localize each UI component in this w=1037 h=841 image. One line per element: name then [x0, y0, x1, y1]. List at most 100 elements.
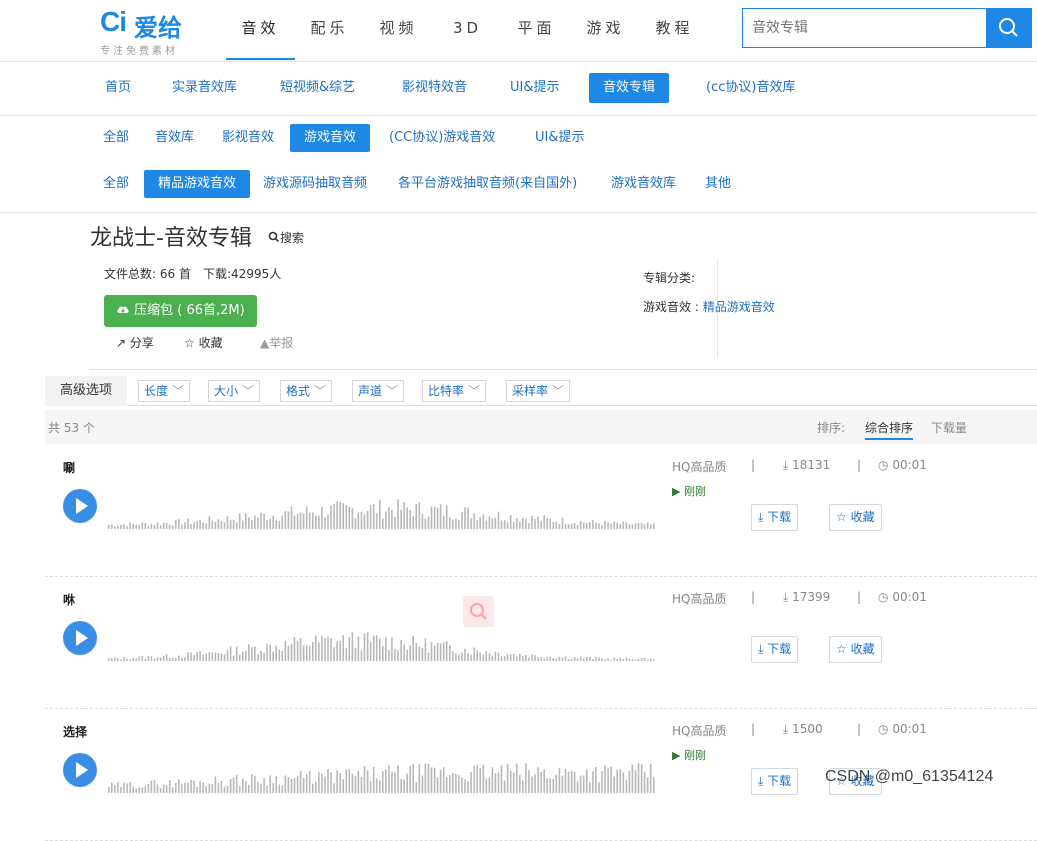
zip-download-button[interactable]: 压缩包 ( 66首,2M): [104, 295, 257, 327]
subcat-all[interactable]: 全部: [89, 124, 143, 152]
category-cc-library[interactable]: (cc协议)音效库: [692, 74, 809, 102]
chevron-down-icon: ﹀: [172, 384, 185, 398]
logo-name: 爱给: [134, 14, 182, 42]
category-nav: 首页 实录音效库 短视频&综艺 影视特效音 UI&提示 音效专辑 (cc协议)音…: [0, 62, 1037, 116]
filter-length[interactable]: 长度 ﹀: [138, 380, 191, 402]
tag-other[interactable]: 其他: [691, 170, 745, 198]
meta-separator: |: [751, 458, 756, 472]
share-icon: ↗: [116, 336, 127, 350]
search-input[interactable]: [742, 8, 987, 48]
advanced-options-label: 高级选项: [45, 376, 127, 406]
waveform[interactable]: [108, 627, 656, 661]
download-button[interactable]: ⤓ 下载: [751, 636, 799, 663]
share-label: 分享: [129, 336, 154, 350]
filter-bar: 高级选项 长度 ﹀ 大小 ﹀ 格式 ﹀ 声道 ﹀ 比特率 ﹀ 采样率 ﹀: [45, 376, 1037, 406]
quality-label: HQ高品质: [672, 724, 727, 738]
logo-slogan: 专注免费素材: [100, 46, 178, 57]
category-link[interactable]: 精品游戏音效: [703, 300, 775, 314]
subcat-cc-game[interactable]: (CC协议)游戏音效: [375, 124, 509, 152]
sound-name[interactable]: 咻: [63, 591, 75, 608]
download-icon: ⤓: [783, 722, 789, 736]
report-label: 举报: [269, 336, 294, 350]
new-tag-label: 刚刚: [683, 485, 706, 498]
category-film-effects[interactable]: 影视特效音: [388, 74, 481, 102]
tag-platforms[interactable]: 各平台游戏抽取音频(来自国外): [384, 170, 591, 198]
main-nav-tutorial[interactable]: 教程: [640, 0, 709, 62]
report-button[interactable]: ▲举报: [260, 334, 293, 351]
download-button[interactable]: ⤓ 下载: [751, 504, 799, 531]
tag-game-source[interactable]: 游戏源码抽取音频: [249, 170, 381, 198]
main-nav-graphic[interactable]: 平面: [502, 0, 571, 62]
star-icon: ☆: [836, 642, 847, 656]
filter-size[interactable]: 大小 ﹀: [208, 380, 261, 402]
filter-channel[interactable]: 声道 ﹀: [352, 380, 405, 402]
main-nav-music[interactable]: 配乐: [295, 0, 364, 62]
filter-label: 采样率: [512, 384, 549, 398]
tag-premium-game[interactable]: 精品游戏音效: [144, 170, 251, 198]
subcat-game[interactable]: 游戏音效: [290, 124, 371, 152]
duration: 00:01: [892, 458, 927, 472]
download-button[interactable]: ⤓ 下载: [751, 768, 799, 795]
search-button[interactable]: [986, 8, 1032, 48]
search-icon: [268, 231, 280, 243]
main-nav-game[interactable]: 游戏: [571, 0, 640, 62]
search-box: [742, 8, 1032, 48]
waveform[interactable]: [108, 495, 656, 529]
sort-downloads[interactable]: 下载量: [931, 419, 967, 436]
download-icon: ⤓: [783, 458, 789, 472]
logo[interactable]: Ci 爱给 专注免费素材: [100, 6, 210, 57]
clock-icon: ◷: [878, 590, 889, 604]
category-albums[interactable]: 音效专辑: [589, 73, 670, 103]
file-count: 文件总数: 66 首: [104, 267, 191, 281]
category-prefix: 游戏音效 :: [643, 300, 703, 314]
subcat-ui[interactable]: UI&提示: [521, 124, 599, 152]
filter-bitrate[interactable]: 比特率 ﹀: [422, 380, 487, 402]
filter-label: 格式: [286, 384, 311, 398]
category-recorded[interactable]: 实录音效库: [158, 74, 251, 102]
sort-label: 排序:: [817, 421, 846, 435]
favorite-button[interactable]: ☆ 收藏: [829, 504, 882, 531]
tag-game-library[interactable]: 游戏音效库: [597, 170, 690, 198]
filter-format[interactable]: 格式 ﹀: [280, 380, 333, 402]
tag-all[interactable]: 全部: [89, 170, 143, 198]
main-nav-sound-effects[interactable]: 音效: [226, 0, 295, 62]
subcat-sound-library[interactable]: 音效库: [141, 124, 208, 152]
sort-comprehensive[interactable]: 综合排序: [865, 419, 914, 440]
play-triangle-icon: ▶: [672, 749, 681, 762]
waveform[interactable]: [108, 759, 656, 793]
subcategory-nav: 全部 音效库 影视音效 游戏音效 (CC协议)游戏音效 UI&提示 全部 精品游…: [0, 116, 1037, 213]
album-search-label: 搜索: [280, 231, 305, 245]
filter-label: 大小: [214, 384, 239, 398]
new-tag: ▶ 刚刚: [672, 483, 706, 499]
sound-name[interactable]: 选择: [63, 723, 87, 740]
subcat-film[interactable]: 影视音效: [208, 124, 288, 152]
category-home[interactable]: 首页: [91, 74, 145, 102]
filter-label: 声道: [358, 384, 383, 398]
main-nav-3d[interactable]: 3D: [433, 0, 502, 62]
share-button[interactable]: ↗ 分享: [116, 334, 154, 351]
chevron-down-icon: ﹀: [386, 384, 399, 398]
meta-separator: |: [751, 722, 756, 736]
play-button[interactable]: [63, 621, 97, 655]
main-nav-video[interactable]: 视频: [364, 0, 433, 62]
favorite-label: 收藏: [850, 510, 875, 524]
download-icon: ⤓: [758, 642, 764, 656]
chevron-down-icon: ﹀: [242, 384, 255, 398]
sound-name[interactable]: 唰: [63, 459, 75, 476]
new-tag-label: 刚刚: [683, 749, 706, 762]
album-title: 龙战士-音效专辑: [90, 226, 252, 251]
play-button[interactable]: [63, 489, 97, 523]
favorite-album-button[interactable]: ☆ 收藏: [184, 334, 223, 351]
play-button[interactable]: [63, 753, 97, 787]
sound-item: 咻 HQ高品质 | ⤓ 17399 | ◷ 00:01 ⤓ 下载 ☆ 收藏: [45, 577, 1037, 709]
download-count: 17399: [792, 590, 831, 604]
category-short-video[interactable]: 短视频&综艺: [266, 74, 369, 102]
filter-samplerate[interactable]: 采样率 ﹀: [506, 380, 571, 402]
download-stat: ⤓ 1500: [783, 722, 823, 737]
favorite-button[interactable]: ☆ 收藏: [829, 636, 882, 663]
album-search-link[interactable]: 搜索: [268, 229, 304, 246]
download-label: 下载: [767, 510, 792, 524]
star-icon: ☆: [184, 336, 195, 350]
download-icon: ⤓: [758, 510, 764, 524]
category-ui[interactable]: UI&提示: [496, 74, 574, 102]
